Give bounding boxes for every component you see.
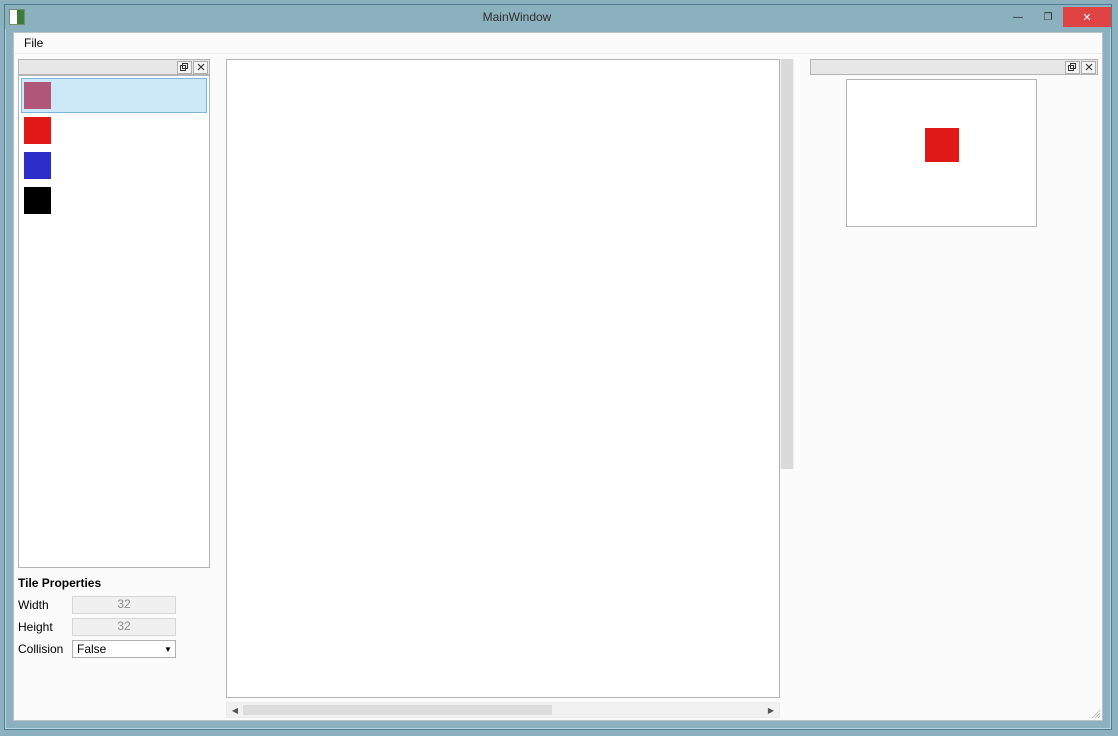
dock-close-icon[interactable] xyxy=(193,61,208,74)
prop-row-width: Width 32 xyxy=(18,596,210,614)
chevron-down-icon: ▼ xyxy=(161,645,175,654)
palette-tile[interactable] xyxy=(21,78,207,113)
minimize-button[interactable]: — xyxy=(1003,7,1033,27)
scrollbar-thumb[interactable] xyxy=(243,705,552,715)
right-dock-header[interactable] xyxy=(810,59,1098,75)
width-field: 32 xyxy=(72,596,176,614)
main-window: MainWindow — ❐ ✕ File xyxy=(4,4,1112,730)
app-icon xyxy=(9,9,25,25)
scroll-right-icon[interactable]: ▶ xyxy=(763,703,779,717)
resize-grip-icon[interactable] xyxy=(1089,707,1100,718)
palette-swatch xyxy=(24,152,51,179)
palette-tile[interactable] xyxy=(21,113,207,148)
menu-file[interactable]: File xyxy=(14,34,53,52)
height-field: 32 xyxy=(72,618,176,636)
vertical-scrollbar[interactable] xyxy=(780,59,794,469)
palette-swatch xyxy=(24,82,51,109)
body-area: Tile Properties Width 32 Height 32 Colli… xyxy=(14,55,1102,720)
palette-tile[interactable] xyxy=(21,148,207,183)
dock-float-icon[interactable] xyxy=(177,61,192,74)
center-panel: ◀ ▶ xyxy=(226,59,794,718)
scrollbar-thumb[interactable] xyxy=(781,59,793,469)
palette-swatch xyxy=(24,117,51,144)
preview-swatch xyxy=(925,128,959,162)
canvas-wrap xyxy=(226,59,794,698)
prop-row-height: Height 32 xyxy=(18,618,210,636)
window-title: MainWindow xyxy=(31,10,1003,24)
menubar: File xyxy=(14,33,1102,54)
tile-properties-panel: Tile Properties Width 32 Height 32 Colli… xyxy=(18,576,210,662)
scroll-left-icon[interactable]: ◀ xyxy=(227,703,243,717)
close-button[interactable]: ✕ xyxy=(1063,7,1111,27)
collision-select[interactable]: False ▼ xyxy=(72,640,176,658)
tile-properties-heading: Tile Properties xyxy=(18,576,210,590)
map-canvas[interactable] xyxy=(226,59,780,698)
height-label: Height xyxy=(18,620,72,634)
collision-label: Collision xyxy=(18,642,72,656)
left-dock: Tile Properties Width 32 Height 32 Colli… xyxy=(18,59,210,718)
prop-row-collision: Collision False ▼ xyxy=(18,640,210,658)
width-label: Width xyxy=(18,598,72,612)
preview-panel[interactable] xyxy=(846,79,1037,227)
right-dock xyxy=(810,59,1098,718)
titlebar[interactable]: MainWindow — ❐ ✕ xyxy=(5,5,1111,29)
dock-close-icon[interactable] xyxy=(1081,61,1096,74)
palette-swatch xyxy=(24,187,51,214)
palette-tile[interactable] xyxy=(21,183,207,218)
left-dock-header[interactable] xyxy=(18,59,210,75)
maximize-button[interactable]: ❐ xyxy=(1033,7,1063,27)
tile-palette[interactable] xyxy=(18,75,210,568)
horizontal-scrollbar[interactable]: ◀ ▶ xyxy=(226,702,780,718)
dock-float-icon[interactable] xyxy=(1065,61,1080,74)
collision-value: False xyxy=(77,642,106,656)
client-area: File xyxy=(13,32,1103,721)
